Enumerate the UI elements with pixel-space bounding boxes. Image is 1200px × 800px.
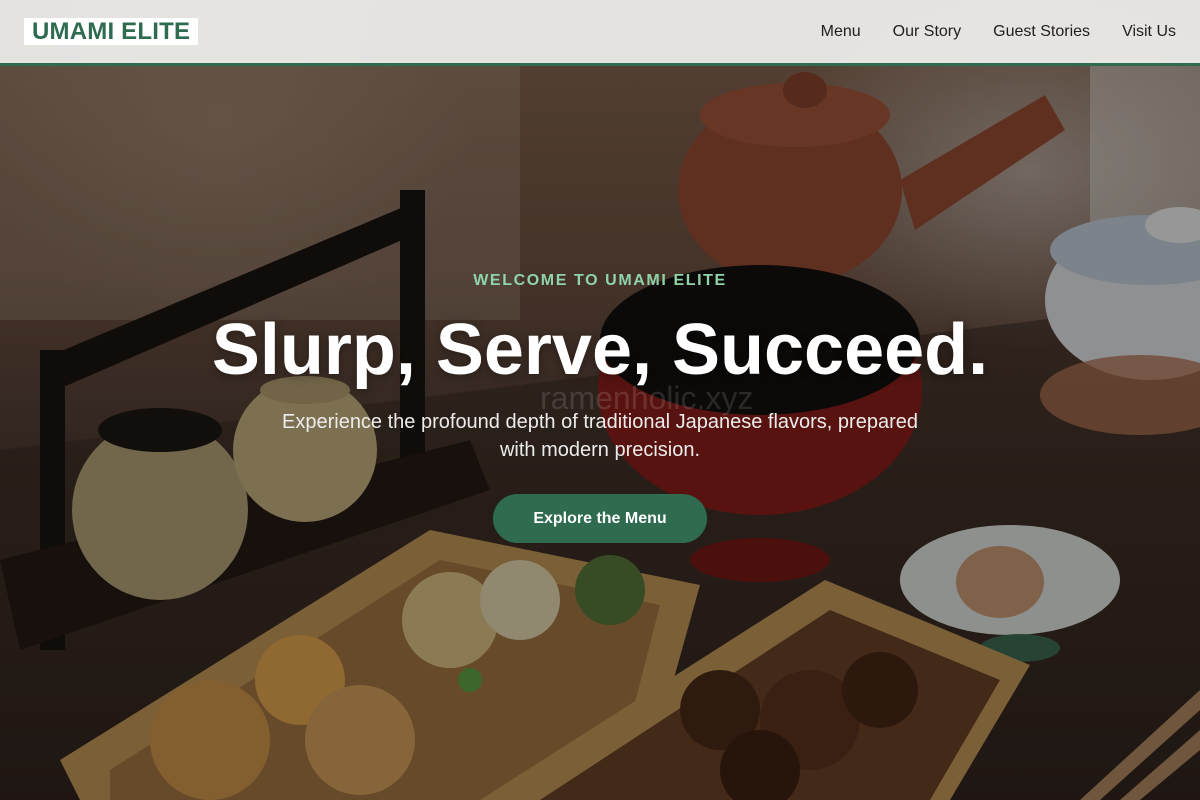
hero-subline: Experience the profound depth of traditi… bbox=[282, 411, 918, 461]
nav-link-menu[interactable]: Menu bbox=[821, 23, 861, 41]
hero-headline: Slurp, Serve, Succeed. bbox=[211, 310, 989, 390]
nav-link-our-story[interactable]: Our Story bbox=[893, 23, 961, 41]
explore-menu-button[interactable]: Explore the Menu bbox=[493, 494, 707, 543]
site-header: UMAMI ELITE Menu Our Story Guest Stories… bbox=[0, 0, 1200, 66]
hero-eyebrow: WELCOME TO UMAMI ELITE bbox=[473, 272, 727, 289]
nav-link-visit-us[interactable]: Visit Us bbox=[1122, 23, 1176, 41]
nav-link-guest-stories[interactable]: Guest Stories bbox=[993, 23, 1090, 41]
landing-page: UMAMI ELITE Menu Our Story Guest Stories… bbox=[0, 0, 1200, 800]
brand-logo[interactable]: UMAMI ELITE bbox=[24, 18, 199, 45]
hero-section: WELCOME TO UMAMI ELITE Slurp, Serve, Suc… bbox=[0, 272, 1200, 543]
main-nav: Menu Our Story Guest Stories Visit Us bbox=[821, 23, 1176, 41]
